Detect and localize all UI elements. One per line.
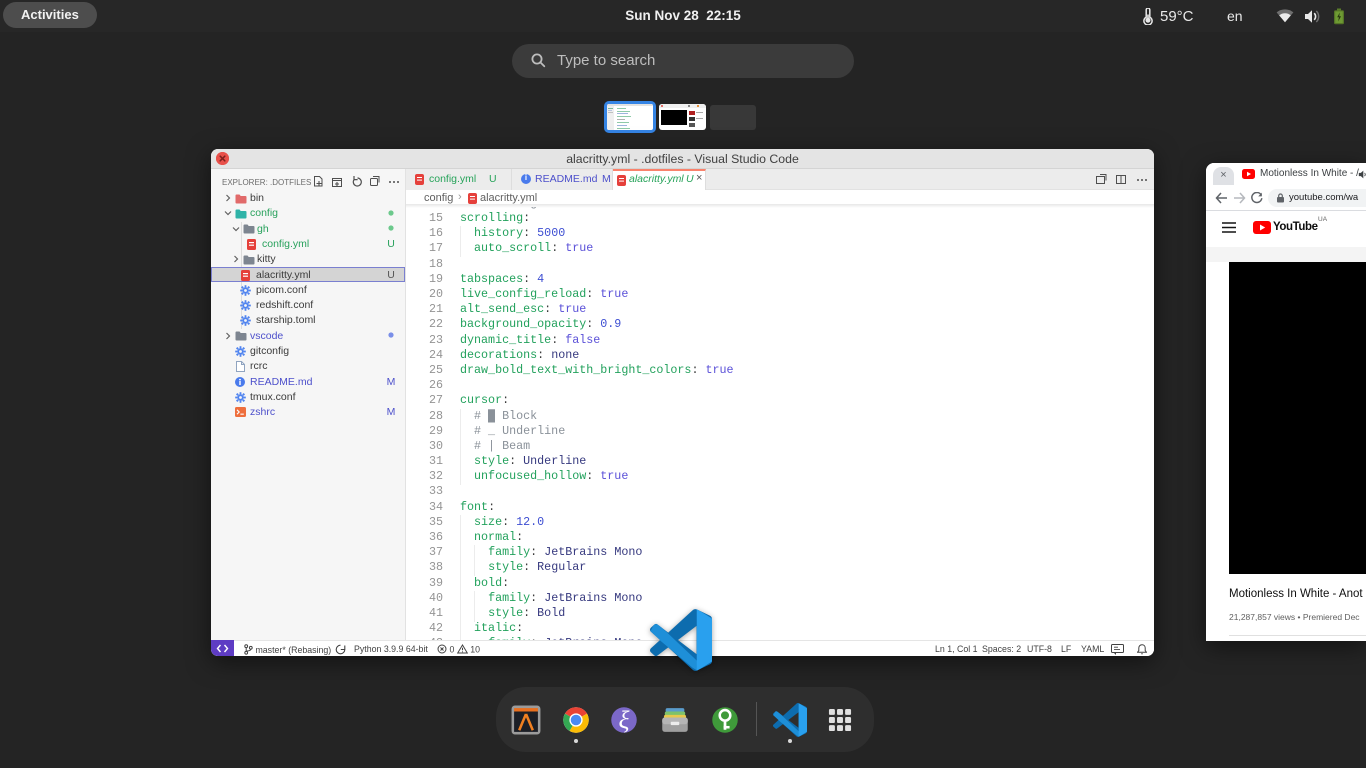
svg-text:ξ: ξ bbox=[619, 706, 630, 735]
